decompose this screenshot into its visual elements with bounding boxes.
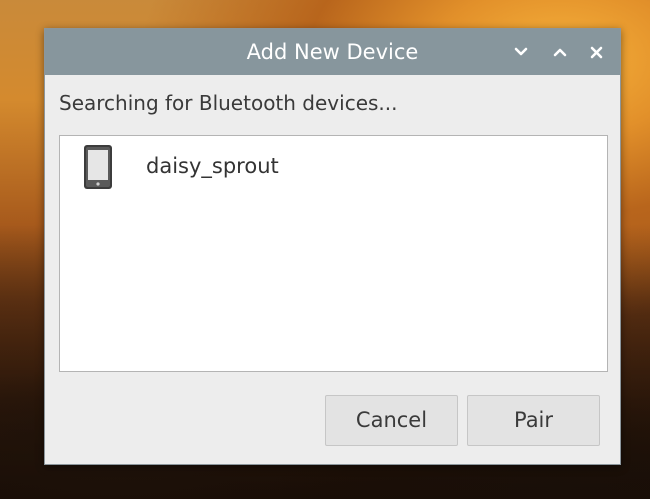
- list-item[interactable]: daisy_sprout: [60, 136, 607, 194]
- close-button[interactable]: [585, 41, 607, 63]
- chevron-up-icon: [553, 48, 567, 57]
- device-name: daisy_sprout: [146, 154, 279, 178]
- maximize-button[interactable]: [549, 41, 571, 63]
- add-device-dialog: Add New Device Searching for Bluetooth d…: [44, 28, 621, 465]
- minimize-button[interactable]: [510, 41, 532, 63]
- window-title: Add New Device: [246, 40, 419, 64]
- pair-button[interactable]: Pair: [467, 395, 600, 446]
- close-icon: [590, 46, 602, 58]
- chevron-down-icon: [514, 47, 528, 56]
- device-list[interactable]: daisy_sprout: [59, 135, 608, 372]
- search-status-text: Searching for Bluetooth devices...: [59, 91, 398, 115]
- cancel-button[interactable]: Cancel: [325, 395, 458, 446]
- title-bar[interactable]: Add New Device: [45, 29, 620, 75]
- phone-icon: [84, 145, 112, 189]
